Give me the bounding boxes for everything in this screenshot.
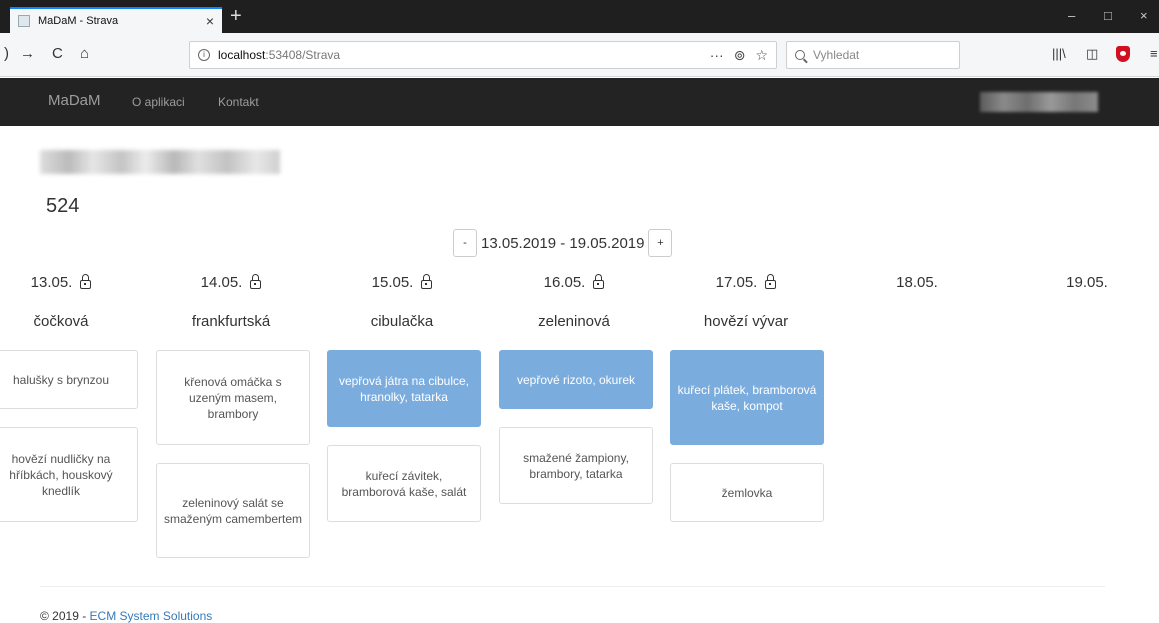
- meal-card[interactable]: hovězí nudličky na hříbkách, houskový kn…: [0, 427, 138, 522]
- day-soup: frankfurtská: [191, 313, 271, 330]
- meal-card[interactable]: zeleninový salát se smaženým camembertem: [156, 463, 310, 558]
- day-column: 13.05. čočková: [0, 272, 138, 330]
- search-input[interactable]: Vyhledat: [786, 41, 960, 69]
- footer-divider: [40, 586, 1105, 587]
- menu-icon[interactable]: ≡: [1150, 46, 1158, 61]
- site-info-icon[interactable]: i: [198, 49, 210, 61]
- next-week-button[interactable]: +: [648, 229, 673, 257]
- lock-icon: [765, 274, 777, 289]
- browser-toolbar: ) → C ⌂ i localhost:53408/Strava ··· ⊚ ☆…: [0, 33, 1159, 77]
- day-soup: čočková: [33, 313, 89, 330]
- day-soup: zeleninová: [538, 313, 610, 330]
- day-column: 16.05. zeleninová: [497, 272, 651, 331]
- employee-number: 524: [46, 195, 80, 217]
- lock-icon: [421, 274, 433, 289]
- meal-card[interactable]: kuřecí závitek, bramborová kaše, salát: [327, 445, 481, 522]
- day-date: 17.05.: [715, 273, 758, 291]
- home-icon[interactable]: ⌂: [80, 45, 89, 62]
- meal-card[interactable]: křenová omáčka s uzeným masem, brambory: [156, 350, 310, 445]
- maximize-icon[interactable]: □: [1104, 8, 1112, 23]
- employee-name-redacted: [40, 150, 280, 174]
- day-column: 19.05.: [1010, 272, 1159, 292]
- week-range: 13.05.2019 - 19.05.2019: [481, 234, 645, 252]
- day-date: 16.05.: [543, 273, 586, 291]
- url-host: localhost: [218, 48, 266, 62]
- meal-card[interactable]: smažené žampiony, brambory, tatarka: [499, 427, 653, 504]
- day-column: 15.05. cibulačka: [325, 272, 479, 331]
- browser-tab[interactable]: MaDaM - Strava ×: [10, 7, 222, 33]
- site-navbar: MaDaM O aplikaci Kontakt: [0, 78, 1159, 126]
- brand-link[interactable]: MaDaM: [48, 92, 101, 109]
- pocket-icon[interactable]: ⊚: [734, 47, 746, 64]
- day-column: 17.05. hovězí vývar: [669, 272, 823, 331]
- search-placeholder: Vyhledat: [813, 48, 860, 62]
- day-column: 14.05. frankfurtská: [154, 272, 308, 331]
- close-tab-icon[interactable]: ×: [206, 13, 214, 29]
- sidebar-icon[interactable]: ◫: [1086, 46, 1098, 62]
- reload-icon[interactable]: C: [52, 45, 63, 62]
- url-path: :53408/Strava: [265, 48, 341, 62]
- user-name-redacted: [980, 92, 1098, 112]
- day-date: 19.05.: [1066, 273, 1108, 291]
- ublock-shield-icon[interactable]: [1116, 46, 1130, 62]
- day-soup: hovězí vývar: [703, 313, 789, 330]
- forward-icon[interactable]: →: [20, 45, 35, 62]
- day-soup: cibulačka: [370, 313, 434, 330]
- minimize-icon[interactable]: –: [1068, 8, 1075, 23]
- library-icon[interactable]: |||\: [1052, 46, 1066, 61]
- lock-icon: [593, 274, 605, 289]
- url-bar[interactable]: i localhost:53408/Strava ··· ⊚ ☆: [189, 41, 777, 69]
- meal-card-selected[interactable]: vepřová játra na cibulce, hranolky, tata…: [327, 350, 481, 427]
- day-date: 14.05.: [200, 273, 243, 291]
- day-date: 13.05.: [30, 273, 73, 291]
- back-icon[interactable]: ): [4, 45, 9, 62]
- meal-card-selected[interactable]: kuřecí plátek, bramborová kaše, kompot: [670, 350, 824, 445]
- meal-card-selected[interactable]: vepřové rizoto, okurek: [499, 350, 653, 409]
- nav-about-link[interactable]: O aplikaci: [132, 95, 185, 109]
- nav-contact-link[interactable]: Kontakt: [218, 95, 259, 109]
- day-date: 18.05.: [896, 273, 938, 291]
- browser-titlebar: MaDaM - Strava × + – □ ×: [0, 0, 1159, 33]
- tab-title: MaDaM - Strava: [38, 15, 119, 27]
- day-column: 18.05.: [840, 272, 994, 292]
- prev-week-button[interactable]: -: [453, 229, 477, 257]
- week-navigator: - 13.05.2019 - 19.05.2019 +: [453, 229, 673, 257]
- meal-card[interactable]: žemlovka: [670, 463, 824, 522]
- page-favicon-icon: [18, 15, 30, 27]
- page-actions-icon[interactable]: ···: [710, 47, 724, 63]
- meal-card[interactable]: halušky s brynzou: [0, 350, 138, 409]
- day-date: 15.05.: [371, 273, 414, 291]
- close-window-icon[interactable]: ×: [1140, 8, 1148, 23]
- search-icon: [795, 50, 805, 60]
- bookmark-star-icon[interactable]: ☆: [755, 47, 768, 64]
- lock-icon: [80, 274, 92, 289]
- lock-icon: [250, 274, 262, 289]
- new-tab-icon[interactable]: +: [230, 6, 242, 26]
